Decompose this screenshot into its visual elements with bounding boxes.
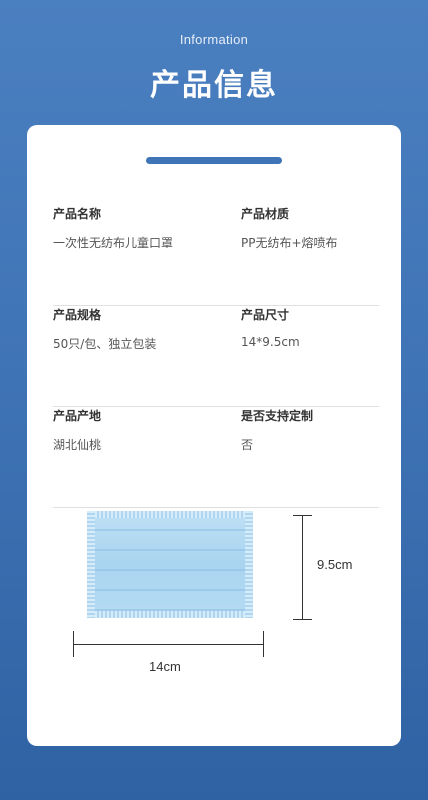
info-label: 产品规格 bbox=[53, 308, 102, 322]
info-label: 产品名称 bbox=[53, 207, 102, 221]
width-dimension-line bbox=[74, 644, 264, 645]
width-dimension-label: 14cm bbox=[149, 659, 181, 674]
info-label: 产品尺寸 bbox=[241, 308, 290, 322]
info-value: 否 bbox=[241, 438, 254, 452]
info-cell-size: 产品尺寸 14*9.5cm bbox=[241, 306, 300, 349]
info-value: 14*9.5cm bbox=[241, 335, 300, 349]
info-row-1: 产品名称 一次性无纺布儿童口罩 产品材质 PP无纺布+熔喷布 bbox=[53, 205, 379, 306]
mask-illustration bbox=[87, 511, 253, 618]
info-value: 50只/包、独立包装 bbox=[53, 337, 157, 351]
height-dimension-line bbox=[302, 515, 303, 620]
info-label: 是否支持定制 bbox=[241, 409, 314, 423]
info-label: 产品产地 bbox=[53, 409, 102, 423]
info-card: 产品名称 一次性无纺布儿童口罩 产品材质 PP无纺布+熔喷布 产品规格 50只/… bbox=[27, 125, 401, 746]
height-dimension-label: 9.5cm bbox=[317, 557, 353, 572]
width-dimension-cap-right bbox=[263, 631, 264, 657]
mask-edge-bottom bbox=[87, 611, 253, 618]
mask-edge-top bbox=[87, 511, 253, 518]
info-cell-origin: 产品产地 湖北仙桃 bbox=[53, 407, 101, 453]
header-subtitle: Information bbox=[179, 32, 249, 47]
height-dimension-cap-bottom bbox=[293, 619, 312, 620]
mask-image bbox=[87, 511, 253, 618]
mask-edge-left bbox=[87, 511, 95, 618]
info-value: PP无纺布+熔喷布 bbox=[241, 236, 338, 250]
info-value: 湖北仙桃 bbox=[53, 438, 102, 452]
info-value: 一次性无纺布儿童口罩 bbox=[53, 236, 174, 250]
page-title: 产品信息 bbox=[150, 68, 278, 103]
info-cell-name: 产品名称 一次性无纺布儿童口罩 bbox=[53, 205, 173, 251]
info-cell-spec: 产品规格 50只/包、独立包装 bbox=[53, 306, 156, 352]
info-row-2: 产品规格 50只/包、独立包装 产品尺寸 14*9.5cm bbox=[53, 306, 379, 407]
info-cell-custom: 是否支持定制 否 bbox=[241, 407, 313, 453]
accent-bar bbox=[146, 157, 282, 164]
info-label: 产品材质 bbox=[241, 207, 290, 221]
info-cell-material: 产品材质 PP无纺布+熔喷布 bbox=[241, 205, 338, 251]
info-row-3: 产品产地 湖北仙桃 是否支持定制 否 bbox=[53, 407, 379, 508]
mask-edge-right bbox=[245, 511, 253, 618]
